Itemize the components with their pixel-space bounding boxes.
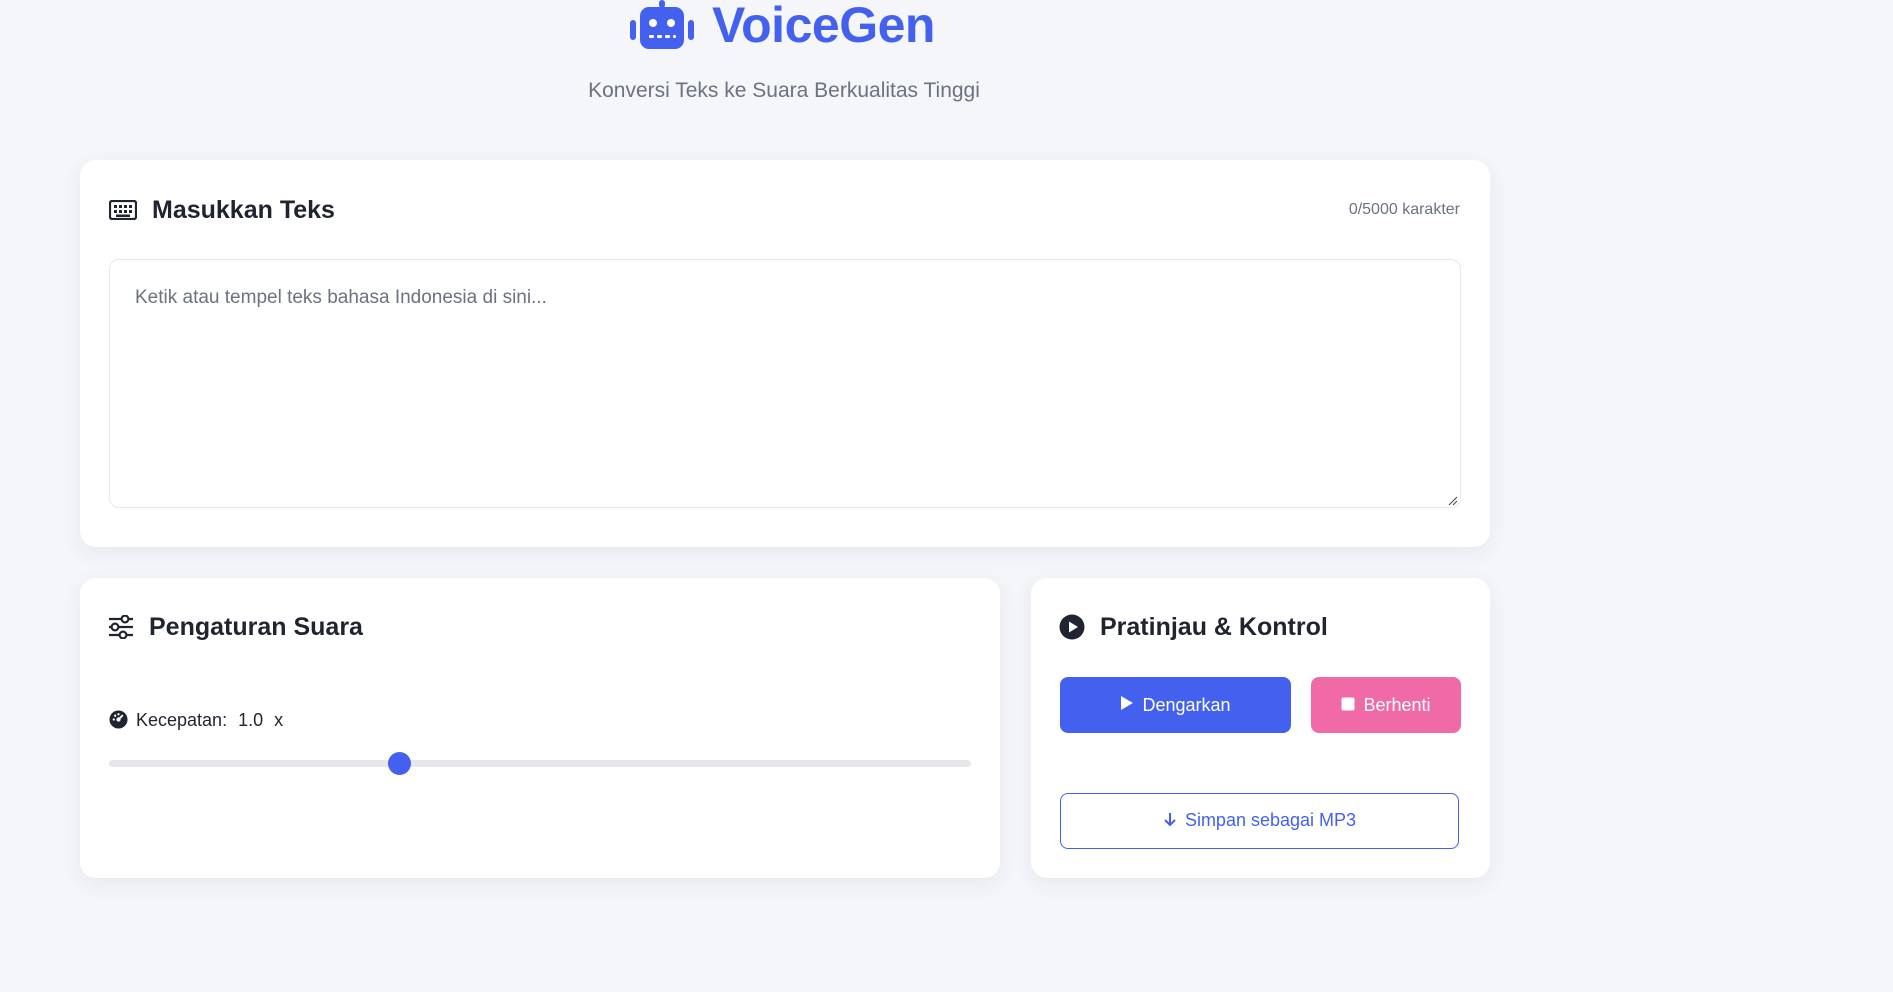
preview-control-card: Pratinjau & Kontrol Dengarkan Berhenti S… xyxy=(1031,578,1490,878)
listen-button-label: Dengarkan xyxy=(1142,694,1231,715)
speed-value: 1.0 xyxy=(238,710,264,730)
robot-icon xyxy=(630,0,694,50)
resize-grip-icon[interactable] xyxy=(1446,493,1458,506)
char-count: 0/5000 karakter xyxy=(1348,201,1460,218)
listen-button[interactable]: Dengarkan xyxy=(1060,677,1291,733)
speed-label: Kecepatan: xyxy=(136,710,228,730)
voice-settings-card: Pengaturan Suara Kecepatan: 1.0 x xyxy=(80,578,1000,878)
text-input-title: Masukkan Teks xyxy=(152,196,335,224)
speed-label-row: Kecepatan: 1.0 x xyxy=(109,709,289,734)
text-input-placeholder: Ketik atau tempel teks bahasa Indonesia … xyxy=(135,287,547,308)
voice-settings-title: Pengaturan Suara xyxy=(149,613,363,641)
stop-button[interactable]: Berhenti xyxy=(1311,677,1461,733)
speed-unit: x xyxy=(274,710,284,730)
save-mp3-button-label: Simpan sebagai MP3 xyxy=(1184,810,1357,830)
app-subtitle: Konversi Teks ke Suara Berkualitas Tingg… xyxy=(588,79,980,102)
header: VoiceGen Konversi Teks ke Suara Berkuali… xyxy=(0,0,1568,130)
keyboard-icon xyxy=(108,199,138,225)
download-icon xyxy=(1163,812,1177,833)
play-circle-icon xyxy=(1059,614,1085,645)
text-input-card: Masukkan Teks 0/5000 karakter Ketik atau… xyxy=(80,160,1490,547)
stop-icon xyxy=(1341,695,1355,716)
tachometer-icon xyxy=(109,710,128,734)
stop-button-label: Berhenti xyxy=(1363,694,1431,715)
sliders-icon xyxy=(108,614,134,644)
save-mp3-button[interactable]: Simpan sebagai MP3 xyxy=(1060,793,1459,849)
app-title: VoiceGen xyxy=(712,0,935,53)
text-input-area[interactable]: Ketik atau tempel teks bahasa Indonesia … xyxy=(109,259,1461,508)
preview-control-title: Pratinjau & Kontrol xyxy=(1100,613,1328,641)
play-icon xyxy=(1120,695,1134,716)
speed-slider[interactable] xyxy=(109,752,971,775)
speed-slider-thumb[interactable] xyxy=(388,752,412,775)
